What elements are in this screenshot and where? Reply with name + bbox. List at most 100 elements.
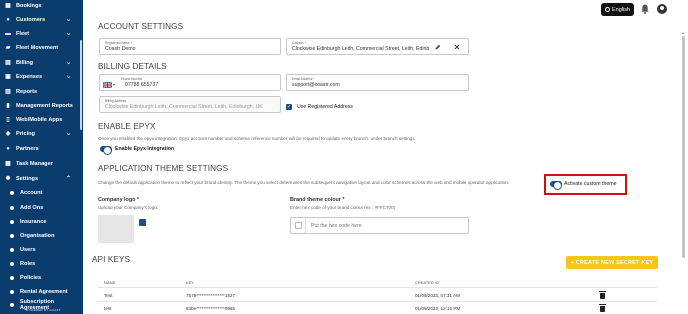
sidebar-item-management-reports[interactable]: ▮ Management Reports: [0, 100, 83, 112]
sidebar-subitem-insurance[interactable]: Insurance: [0, 216, 83, 228]
sidebar-subitem-account[interactable]: Account: [0, 187, 83, 199]
row-name: test: [104, 306, 112, 311]
delete-trash-icon[interactable]: [599, 304, 606, 312]
column-header-key: KEY: [186, 280, 195, 285]
row-key: 83be****************996b: [186, 306, 236, 311]
epyx-description: Once you enabled the epyx integration, E…: [98, 136, 415, 141]
sidebar-item-label: Settings: [16, 176, 39, 182]
delete-trash-icon[interactable]: [599, 291, 606, 299]
sidebar-item-label: Pricing: [16, 131, 35, 137]
page-scrollbar[interactable]: [682, 36, 685, 258]
sidebar-item-label: Fleet Movement: [16, 45, 59, 51]
sidebar-item-fleet[interactable]: ▬ Fleet ⌄: [0, 28, 83, 40]
sidebar-subitem-users[interactable]: Users: [0, 244, 83, 256]
edit-pencil-icon[interactable]: [435, 44, 441, 50]
address-value: Clockwise Edinburgh Leith, Commercial St…: [292, 46, 430, 52]
sidebar-subitem-label: Account: [20, 190, 43, 196]
sidebar-subitem-add-ons[interactable]: Add Ons: [0, 202, 83, 214]
sidebar-item-task-manager[interactable]: ▦ Task Manager: [0, 158, 83, 170]
address-field[interactable]: Address * Clockwise Edinburgh Leith, Com…: [286, 38, 469, 55]
sidebar-subitem-roles[interactable]: Roles: [0, 258, 83, 270]
row-created: 01/09/2023, 12:15 PM: [415, 306, 461, 311]
sidebar-item-pricing[interactable]: ◆ Pricing ⌄: [0, 128, 83, 140]
logo-upload-preview[interactable]: [98, 215, 134, 243]
user-avatar-icon[interactable]: [657, 4, 667, 14]
sidebar-subitem-label: Policies: [20, 275, 42, 281]
column-header-name: NAME: [104, 280, 116, 285]
sidebar-item-label: Task Manager: [16, 161, 53, 167]
chart-icon: ▮: [6, 103, 10, 109]
sidebar-item-customers[interactable]: ● Customers ⌄: [0, 14, 83, 26]
sidebar-item-web-mobile-apps[interactable]: ▯ Web/Mobile Apps: [0, 114, 83, 126]
enable-epyx-title: ENABLE EPYX: [98, 122, 156, 131]
truck-icon: ▰: [5, 45, 11, 51]
sidebar-item-settings[interactable]: ✹ Settings ⌃: [0, 173, 83, 185]
sidebar-item-label: Partners: [16, 146, 39, 152]
chevron-down-icon: ⌄: [65, 60, 71, 66]
country-dropdown-icon[interactable]: ▾: [113, 82, 115, 87]
tasks-icon: ▦: [5, 161, 11, 167]
sidebar-scrollbar[interactable]: [80, 40, 82, 130]
registered-name-label: Registered Name *: [105, 41, 132, 45]
bullet-icon: [10, 303, 14, 307]
scroll-up-icon[interactable]: ▲: [681, 30, 685, 35]
row-created: 01/09/2023, 07:31 AM: [415, 293, 460, 298]
partners-icon: ●: [6, 146, 10, 152]
table-divider: [97, 287, 657, 288]
sidebar-subitem-label: Rental Agreement: [20, 289, 68, 295]
sidebar-item-billing[interactable]: ▤ Billing ⌄: [0, 57, 83, 69]
sidebar-item-bookings[interactable]: ▦ Bookings: [0, 0, 83, 12]
email-label: Email Address *: [292, 77, 315, 81]
field-divider: [305, 218, 306, 233]
create-secret-key-button[interactable]: + CREATE NEW SECRET KEY: [566, 256, 658, 269]
colour-swatch-icon[interactable]: [295, 222, 302, 229]
sidebar-subitem-label: Users: [20, 247, 36, 253]
sidebar-subitem-label: Roles: [20, 261, 36, 267]
bullet-icon: [10, 234, 14, 238]
sidebar-item-label: Customers: [16, 17, 46, 23]
sidebar-item-expenses[interactable]: ▣ Expenses ⌄: [0, 71, 83, 83]
bullet-icon: [10, 248, 14, 252]
sidebar-item-partners[interactable]: ● Partners: [0, 143, 83, 155]
sidebar-subitem-policies[interactable]: Policies: [0, 272, 83, 284]
hex-code-input[interactable]: [311, 221, 461, 230]
address-label: Address *: [292, 41, 306, 45]
chevron-up-icon: ⌃: [65, 176, 71, 182]
expenses-icon: ▣: [5, 74, 11, 80]
use-registered-address-checkbox[interactable]: ✓: [286, 104, 292, 110]
row-name: Test: [104, 293, 113, 298]
uk-flag-icon[interactable]: [103, 82, 112, 88]
account-settings-title: ACCOUNT SETTINGS: [98, 22, 184, 31]
billing-icon: ▤: [5, 60, 11, 66]
chevron-down-icon: ⌄: [65, 17, 71, 23]
phone-number-field[interactable]: Phone Number 07788 655737: [99, 74, 281, 91]
sidebar-subitem-organisation[interactable]: Organisation: [0, 230, 83, 242]
sidebar-item-fleet-movement[interactable]: ▰ Fleet Movement: [0, 42, 83, 54]
sidebar-item-label: Web/Mobile Apps: [16, 117, 63, 123]
registered-name-field[interactable]: Registered Name * Coastr Demo: [99, 38, 281, 55]
application-theme-title: APPLICATION THEME SETTINGS: [98, 164, 229, 173]
brand-colour-label: Brand theme colour *: [290, 197, 345, 203]
column-header-created: CREATED AT: [415, 280, 440, 285]
upload-image-icon[interactable]: [139, 219, 146, 226]
sidebar-item-label: Fleet: [16, 31, 30, 37]
table-divider: [97, 301, 657, 302]
bullet-icon: [10, 220, 14, 224]
use-registered-address-label: Use Registered Address: [297, 104, 353, 110]
chevron-down-icon: ⌄: [65, 31, 71, 37]
bell-icon[interactable]: [641, 4, 649, 14]
topbar: [83, 0, 688, 18]
highlight-box: [544, 174, 627, 195]
email-field[interactable]: Email Address * support@coastr.com: [286, 74, 469, 91]
sidebar-item-reports[interactable]: ▥ Reports: [0, 86, 83, 98]
bullet-icon: [10, 262, 14, 266]
language-button[interactable]: English: [601, 3, 634, 16]
sidebar-item-label: Bookings: [16, 3, 42, 9]
epyx-toggle[interactable]: [100, 145, 112, 155]
email-value: support@coastr.com: [292, 82, 340, 88]
phone-number-label: Phone Number: [121, 77, 143, 81]
billing-address-field[interactable]: Billing Address Clockwise Edinburgh Leit…: [99, 96, 281, 113]
hex-code-field[interactable]: [290, 217, 469, 234]
sidebar-subitem-rental-agreement[interactable]: Rental Agreement: [0, 286, 83, 298]
clear-x-icon[interactable]: [454, 44, 460, 50]
